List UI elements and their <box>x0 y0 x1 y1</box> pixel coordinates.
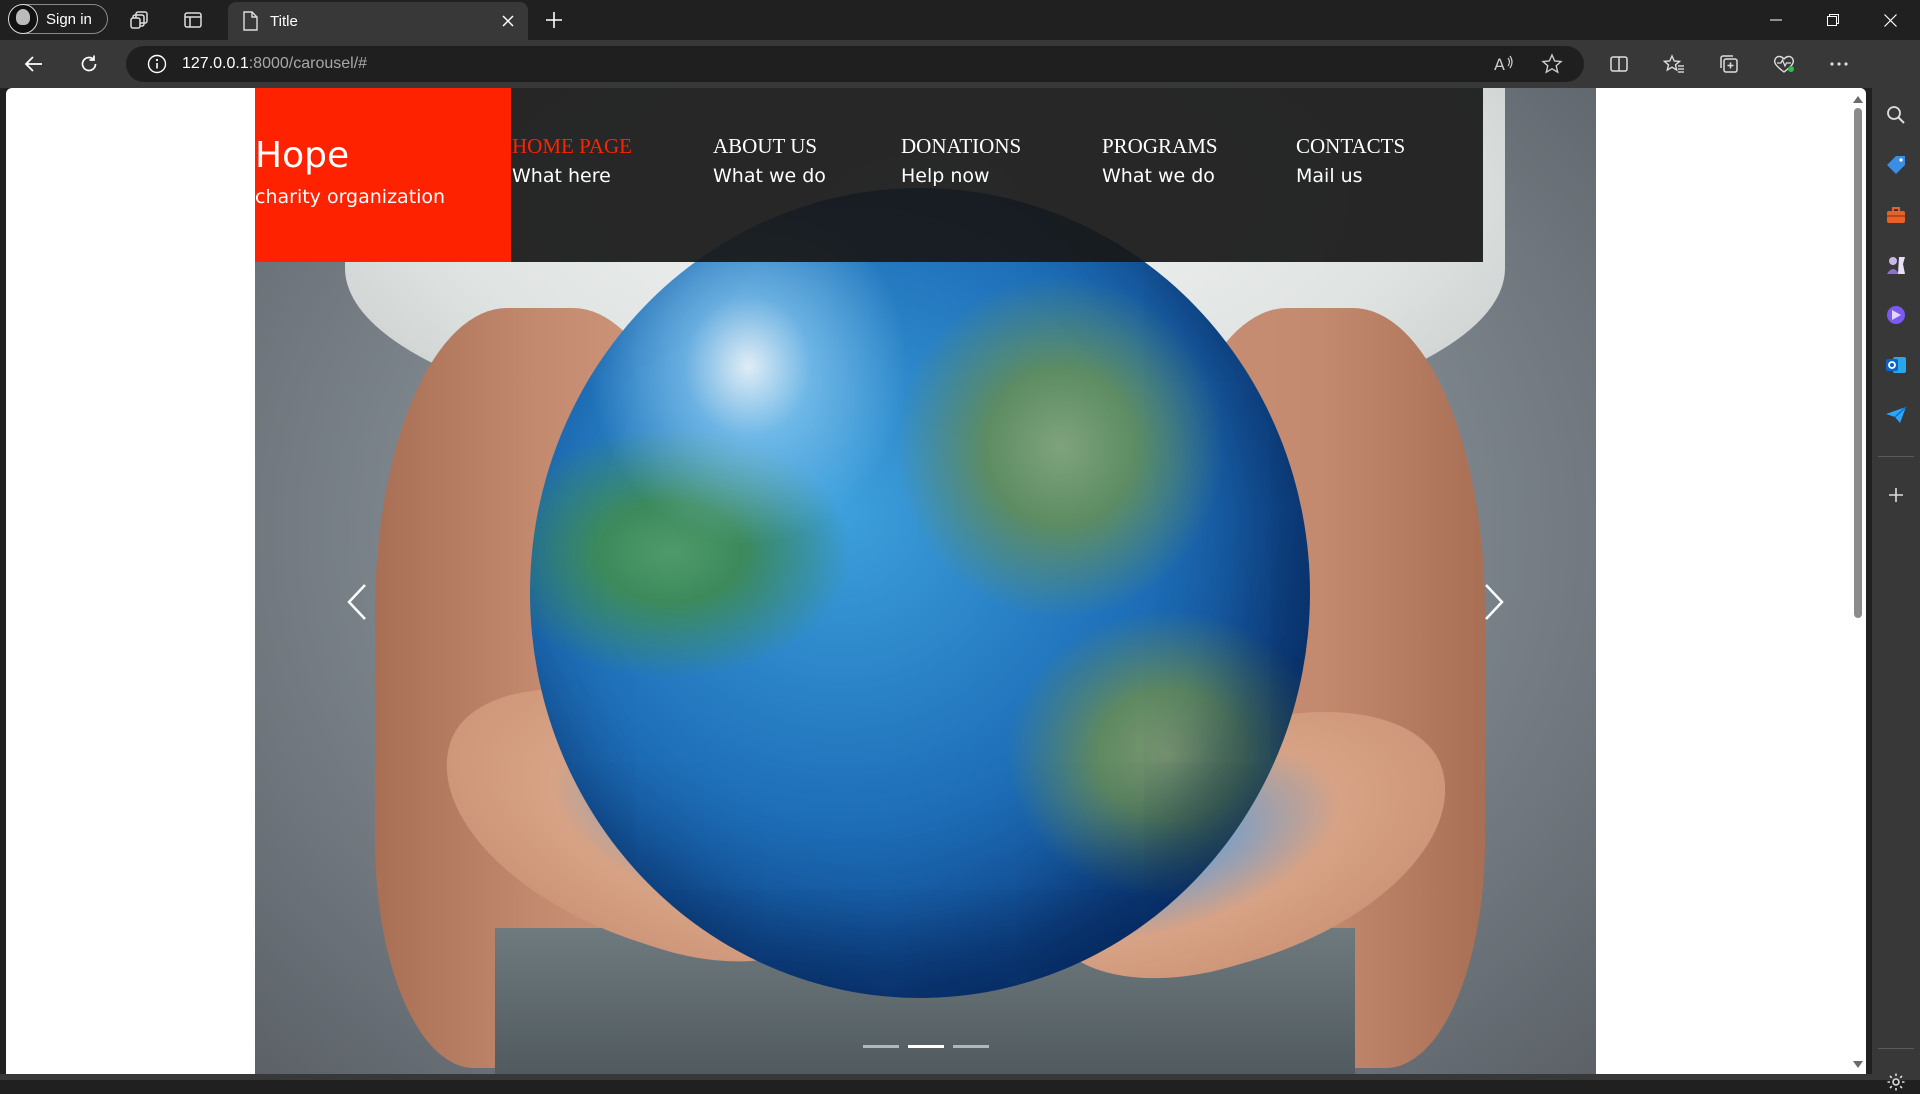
more-options-icon[interactable] <box>1827 52 1851 76</box>
page-scrollbar[interactable] <box>1850 88 1866 1074</box>
sidebar-copilot-app-icon[interactable] <box>1884 303 1908 327</box>
brand-tagline: charity organization <box>255 186 446 208</box>
sidebar-send-icon[interactable] <box>1884 403 1908 427</box>
scrollbar-thumb[interactable] <box>1854 108 1862 618</box>
restore-icon[interactable] <box>1805 0 1861 40</box>
split-screen-icon[interactable] <box>1607 52 1631 76</box>
nav-title: ABOUT US <box>713 134 818 158</box>
nav-item-contacts[interactable]: CONTACTS Mail us <box>1296 134 1405 187</box>
carousel-prev-icon[interactable] <box>337 572 377 632</box>
window-bottom-edge <box>0 1074 1872 1080</box>
sidebar-outlook-icon[interactable] <box>1884 353 1908 377</box>
carousel-next-icon[interactable] <box>1474 572 1514 632</box>
nav-subtitle: What we do <box>713 165 826 187</box>
refresh-icon[interactable] <box>77 52 101 76</box>
back-icon[interactable] <box>22 52 46 76</box>
profile-button[interactable]: Sign in <box>8 4 108 34</box>
nav-item-programs[interactable]: PROGRAMS What we do <box>1102 134 1218 187</box>
sidebar-settings-icon[interactable] <box>1884 1070 1908 1094</box>
nav-item-home[interactable]: HOME PAGE What here <box>512 134 632 187</box>
new-tab-icon[interactable] <box>542 8 566 32</box>
sidebar-divider <box>1878 456 1914 457</box>
address-bar[interactable]: 127.0.0.1:8000/carousel/# A <box>126 46 1584 82</box>
carousel-indicator-1[interactable] <box>862 1045 899 1048</box>
nav-title: CONTACTS <box>1296 134 1406 158</box>
url-text[interactable]: 127.0.0.1:8000/carousel/# <box>182 55 367 73</box>
page-viewport: Hope charity organization HOME PAGE What… <box>6 88 1866 1074</box>
svg-text:A: A <box>1494 55 1505 74</box>
site-info-icon[interactable] <box>146 53 168 75</box>
favorites-icon[interactable] <box>1662 52 1686 76</box>
avatar <box>8 4 38 34</box>
sidebar-tools-icon[interactable] <box>1884 203 1908 227</box>
nav-title: PROGRAMS <box>1102 134 1218 158</box>
url-path: :8000/carousel/# <box>248 55 368 72</box>
brand-name: Hope <box>255 135 350 176</box>
close-tab-icon[interactable] <box>498 11 518 31</box>
carousel-indicators <box>255 1045 1596 1048</box>
nav-subtitle: What we do <box>1102 165 1215 187</box>
nav-subtitle: Mail us <box>1296 165 1363 187</box>
browser-essentials-icon[interactable] <box>1772 52 1796 76</box>
sidebar-games-icon[interactable] <box>1884 253 1908 277</box>
nav-item-donations[interactable]: DONATIONS Help now <box>901 134 1021 187</box>
profile-label: Sign in <box>46 10 92 28</box>
tab-strip: Sign in Title <box>0 0 1920 40</box>
sidebar-divider-bottom <box>1878 1048 1914 1049</box>
sidebar-shopping-icon[interactable] <box>1884 153 1908 177</box>
nav-title: HOME PAGE <box>512 134 632 158</box>
minimize-icon[interactable] <box>1748 0 1804 40</box>
scroll-down-icon[interactable] <box>1853 1061 1863 1068</box>
carousel-indicator-3[interactable] <box>952 1045 989 1048</box>
earth-globe-image <box>530 188 1310 998</box>
main-nav: HOME PAGE What here ABOUT US What we do … <box>511 88 1483 262</box>
site-header: Hope charity organization HOME PAGE What… <box>255 88 1483 262</box>
read-aloud-icon[interactable]: A <box>1492 52 1516 76</box>
scroll-up-icon[interactable] <box>1853 96 1863 103</box>
nav-subtitle: Help now <box>901 165 990 187</box>
sidebar-add-icon[interactable] <box>1884 483 1908 507</box>
tab-actions-icon[interactable] <box>181 8 205 32</box>
page-icon <box>243 11 258 31</box>
close-window-icon[interactable] <box>1862 0 1918 40</box>
sidebar-search-icon[interactable] <box>1884 103 1908 127</box>
url-host: 127.0.0.1 <box>182 55 249 72</box>
carousel-indicator-2[interactable] <box>907 1045 944 1048</box>
active-tab[interactable]: Title <box>228 2 528 40</box>
workspaces-icon[interactable] <box>128 8 152 32</box>
favorite-star-icon[interactable] <box>1540 52 1564 76</box>
brand-block[interactable]: Hope charity organization <box>255 88 511 262</box>
nav-title: DONATIONS <box>901 134 1022 158</box>
tab-title: Title <box>270 12 298 30</box>
edge-sidebar <box>1872 40 1920 1091</box>
nav-item-about[interactable]: ABOUT US What we do <box>713 134 826 187</box>
browser-toolbar: 127.0.0.1:8000/carousel/# A <box>0 40 1920 88</box>
nav-subtitle: What here <box>512 165 611 187</box>
collections-icon[interactable] <box>1717 52 1741 76</box>
